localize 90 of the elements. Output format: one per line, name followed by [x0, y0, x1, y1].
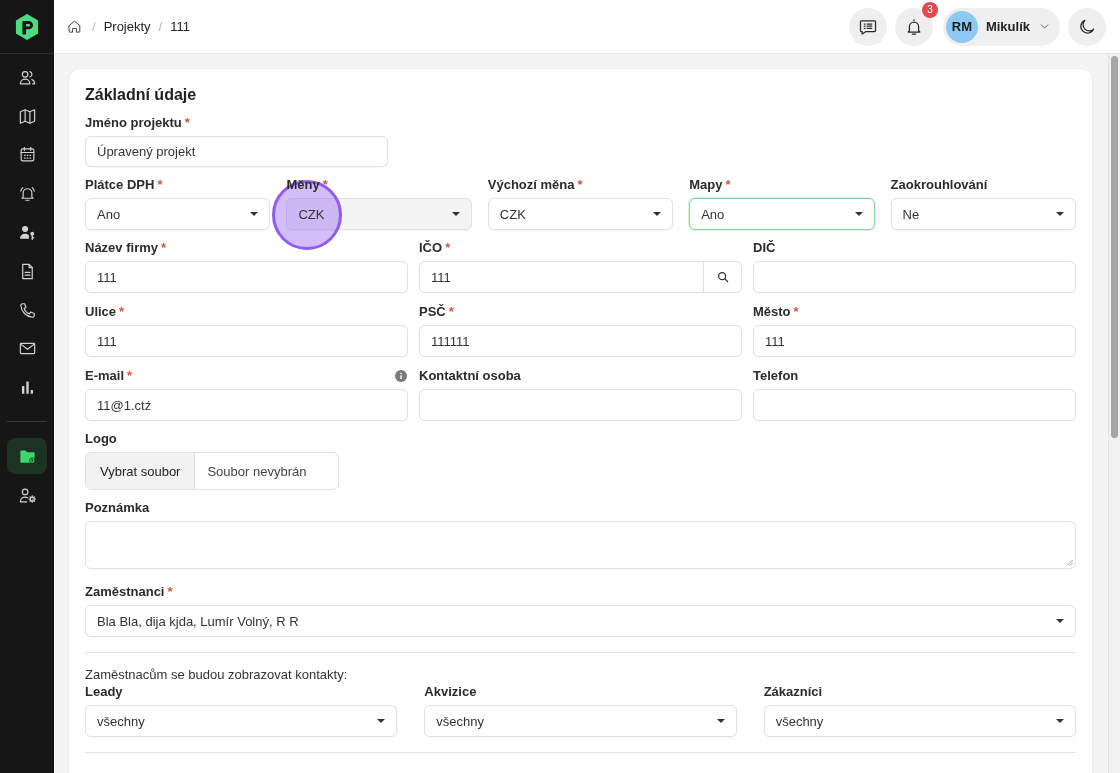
notifications-button[interactable]	[894, 7, 933, 46]
field-label: Výchozí měna	[487, 177, 575, 193]
select-field[interactable]: všechny	[763, 705, 1076, 737]
breadcrumb-separator: /	[158, 19, 163, 34]
field-label: Zaokrouhlování	[890, 177, 988, 193]
user-menu-button[interactable]: RM Mikulík	[942, 7, 1060, 46]
field-label: Město	[753, 304, 791, 320]
caret-icon	[451, 212, 460, 216]
user-name: Mikulík	[985, 19, 1030, 34]
section-caption: Zaměstnacům se budou zobrazovat kontakty:	[85, 667, 349, 683]
caret-icon	[1056, 719, 1064, 723]
breadcrumb-link[interactable]: Projekty	[103, 19, 151, 34]
field-label: PSČ	[419, 304, 446, 320]
resize-handle-icon[interactable]	[1065, 558, 1073, 566]
section-title: Základní údaje	[85, 85, 198, 105]
field-label: Zákazníci	[763, 684, 823, 700]
field-label: E-mail	[85, 368, 124, 384]
field-label: IČO	[419, 240, 443, 256]
select-field[interactable]: Ano	[689, 198, 875, 230]
text-field[interactable]: 111	[753, 325, 1076, 357]
text-field[interactable]: 111	[85, 325, 408, 357]
text-field[interactable]: 111111	[419, 325, 742, 357]
theme-toggle-button[interactable]	[1068, 7, 1106, 46]
alarm-bell-icon	[17, 184, 37, 204]
caret-icon	[377, 719, 386, 723]
field-label: Akvizice	[424, 684, 477, 700]
required-asterisk: *	[184, 115, 190, 131]
required-asterisk: *	[577, 177, 583, 193]
required-asterisk: *	[119, 304, 125, 320]
text-field[interactable]: 111	[85, 261, 408, 293]
multi-select-field[interactable]: Bla Bla, dija kjda, Lumír Volný, R R	[85, 605, 1076, 637]
required-asterisk: *	[445, 240, 451, 256]
choose-file-button[interactable]: Vybrat soubor	[86, 453, 196, 489]
info-icon[interactable]	[395, 370, 407, 382]
textarea-field[interactable]	[85, 521, 1076, 569]
messages-button[interactable]	[848, 7, 887, 46]
text-field[interactable]	[419, 389, 742, 421]
field-label: Poznámka	[85, 500, 150, 516]
phone-icon	[17, 300, 37, 320]
required-asterisk: *	[448, 304, 454, 320]
caret-icon	[1056, 212, 1064, 216]
home-icon[interactable]	[67, 19, 82, 34]
select-field[interactable]: všechny	[85, 705, 398, 737]
search-button[interactable]	[704, 261, 742, 293]
caret-icon	[716, 719, 725, 723]
text-field[interactable]: 11@1.ctź	[85, 389, 408, 421]
user-key-icon	[17, 223, 37, 242]
text-field[interactable]	[753, 389, 1076, 421]
map-icon	[17, 106, 37, 126]
field-label: Ulice	[85, 304, 117, 320]
search-icon	[715, 270, 730, 284]
select-field[interactable]: CZK	[286, 198, 472, 230]
notification-badge: 3	[921, 1, 938, 18]
text-field[interactable]: Úpravený projekt	[85, 136, 388, 167]
field-label: Telefon	[753, 368, 799, 384]
field-label: Mapy	[689, 177, 723, 193]
required-asterisk: *	[127, 368, 133, 384]
caret-icon	[250, 212, 259, 216]
required-asterisk: *	[322, 177, 328, 193]
field-label: Plátce DPH	[85, 177, 155, 193]
avatar-initials: RM	[945, 10, 978, 43]
breadcrumb-separator: /	[92, 19, 96, 34]
field-label: Logo	[85, 431, 117, 447]
caret-icon	[854, 212, 863, 216]
breadcrumb-link[interactable]: 111	[170, 19, 190, 34]
file-input-field[interactable]: Vybrat soubor Soubor nevybrán	[85, 452, 339, 490]
scrollbar-thumb[interactable]	[1111, 56, 1118, 438]
select-field[interactable]: všechny	[424, 705, 737, 737]
required-asterisk: *	[793, 304, 799, 320]
required-asterisk: *	[725, 177, 731, 193]
field-label: Název firmy	[85, 240, 158, 256]
select-field[interactable]: Ne	[890, 198, 1076, 230]
logo-icon[interactable]	[15, 12, 39, 41]
caret-icon	[653, 212, 662, 216]
required-asterisk: *	[167, 584, 173, 600]
required-asterisk: *	[161, 240, 167, 256]
caret-icon	[1056, 619, 1064, 623]
required-asterisk: *	[157, 177, 163, 193]
sidebar-nav-button[interactable]	[7, 438, 47, 475]
field-label: Kontaktní osoba	[419, 368, 521, 384]
field-label: Leady	[85, 684, 123, 700]
file-status-text: Soubor nevybrán	[206, 463, 307, 479]
field-label: Měny	[286, 177, 320, 193]
field-label: DIČ	[753, 240, 776, 256]
text-field[interactable]: 111	[419, 261, 704, 293]
select-field[interactable]: CZK	[487, 198, 674, 230]
select-field[interactable]: Ano	[85, 198, 271, 230]
field-label: Jméno projektu	[85, 115, 182, 131]
text-field[interactable]	[753, 261, 1076, 293]
field-label: Zaměstnanci	[85, 584, 165, 600]
